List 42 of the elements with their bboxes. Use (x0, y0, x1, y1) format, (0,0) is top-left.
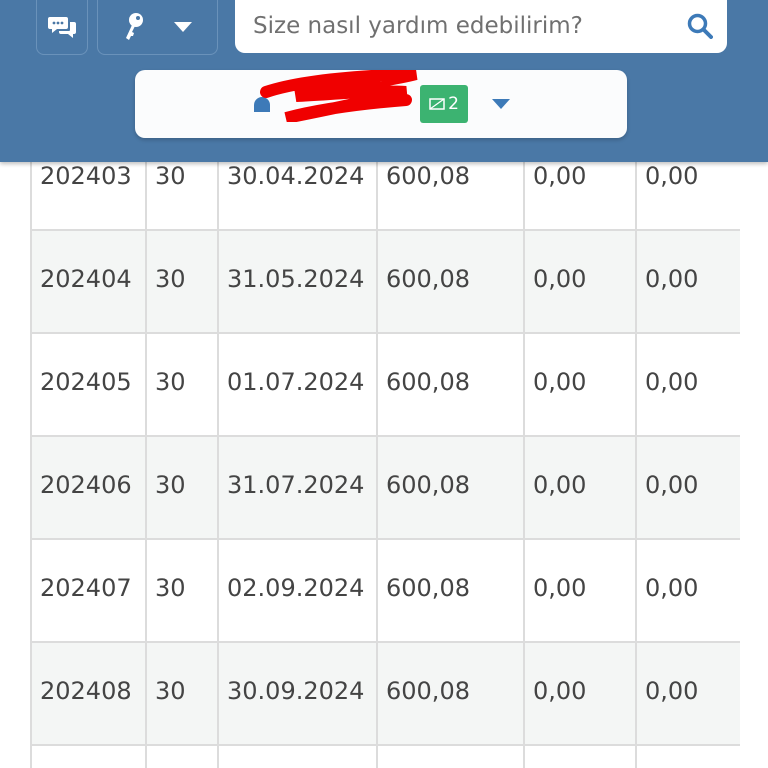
envelope-icon (429, 98, 446, 110)
table-cell: 0,00 (635, 231, 740, 332)
table-cell: 01.07.2024 (217, 334, 376, 435)
table-cell: 202408 (30, 643, 145, 744)
table-cell: 202407 (30, 540, 145, 641)
table-cell: 31.05.2024 (217, 231, 376, 332)
user-icon (252, 96, 272, 112)
table-cell: 0,00 (635, 437, 740, 538)
message-badge[interactable]: 2 (420, 85, 468, 123)
search-icon (687, 13, 713, 39)
table-cell: 600,08 (376, 437, 523, 538)
key-icon (124, 12, 144, 42)
table-cell: 0,00 (635, 334, 740, 435)
table-cell: 202404 (30, 231, 145, 332)
table-cell: 30 (145, 437, 217, 538)
table-cell: 30 (145, 643, 217, 744)
caret-icon (492, 99, 510, 109)
table-cell: 600,08 (376, 540, 523, 641)
table-cell: 202405 (30, 334, 145, 435)
table-cell: 0,00 (523, 540, 635, 641)
table-cell: 30.09.2024 (217, 643, 376, 744)
table-cell: 0,00 (523, 437, 635, 538)
table-cell: 600,08 (376, 231, 523, 332)
key-button[interactable] (97, 0, 218, 55)
table-cell: 600,08 (376, 334, 523, 435)
table-cell: 31.07.2024 (217, 437, 376, 538)
table-cell: 30 (145, 540, 217, 641)
table-cell: 0,00 (523, 334, 635, 435)
table-cell: 0,00 (635, 643, 740, 744)
table-cell: 30 (145, 334, 217, 435)
table-cell: 02.09.2024 (217, 540, 376, 641)
table-cell: 0,00 (635, 540, 740, 641)
chat-button[interactable] (36, 0, 88, 55)
table-cell: 30 (145, 231, 217, 332)
table-cell: 600,08 (376, 643, 523, 744)
user-bar[interactable]: 2 (135, 70, 627, 138)
table-cell: 0,00 (523, 231, 635, 332)
chat-icon (48, 14, 76, 38)
caret-icon (174, 22, 192, 32)
search-field[interactable]: Size nasıl yardım edebilirim? (235, 0, 727, 53)
table-cell: 202406 (30, 437, 145, 538)
table-cell: 0,00 (523, 643, 635, 744)
